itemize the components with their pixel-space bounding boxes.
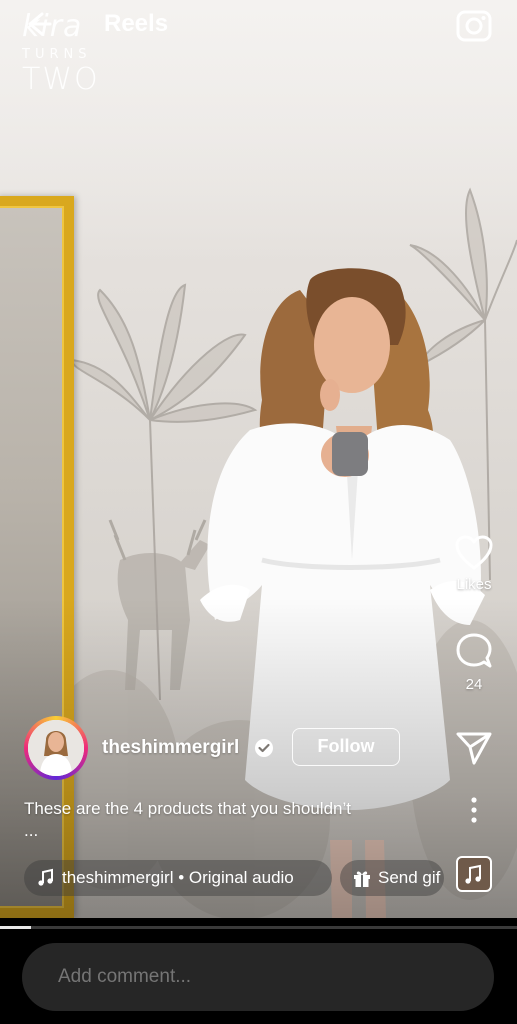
more-vertical-icon	[471, 797, 477, 823]
top-bar: Reels	[0, 0, 517, 50]
comment-input[interactable]	[22, 943, 494, 1011]
share-button[interactable]	[446, 730, 502, 766]
send-gift-button[interactable]: Send gif	[340, 860, 444, 896]
avatar[interactable]	[24, 716, 88, 780]
gift-icon	[354, 871, 370, 887]
avatar-image	[28, 720, 84, 776]
page-title: Reels	[104, 10, 169, 37]
arrow-left-icon[interactable]	[24, 10, 52, 38]
audio-label: theshimmergirl • Original audio	[62, 868, 294, 887]
brand-two: TWO	[22, 62, 100, 97]
audio-attribution[interactable]: theshimmergirl • Original audio	[24, 860, 332, 896]
camera-icon[interactable]	[456, 8, 492, 42]
music-note-icon	[38, 868, 53, 886]
heart-icon	[455, 535, 493, 570]
caption[interactable]: These are the 4 products that you should…	[24, 798, 444, 820]
comment-button[interactable]: 24	[446, 632, 502, 694]
likes-label: Likes	[456, 576, 492, 593]
like-button[interactable]: Likes	[446, 534, 502, 594]
gift-label: Send gif	[378, 868, 441, 887]
comment-bubble-icon	[456, 633, 492, 668]
audio-thumbnail[interactable]	[456, 856, 492, 892]
username[interactable]: theshimmergirl	[102, 736, 239, 760]
caption-more[interactable]: ...	[24, 822, 38, 840]
reel-video[interactable]	[0, 0, 517, 918]
comment-count: 24	[465, 676, 483, 693]
verified-badge-icon	[254, 738, 274, 758]
comment-bar	[0, 929, 517, 1024]
follow-button[interactable]: Follow	[292, 728, 400, 766]
paper-plane-icon	[456, 732, 492, 765]
author-row: theshimmergirl Follow	[24, 716, 424, 780]
more-options-button[interactable]	[446, 796, 502, 824]
